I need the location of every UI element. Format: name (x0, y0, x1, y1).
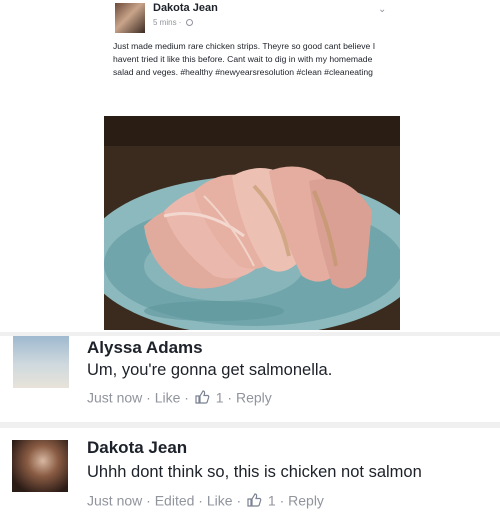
thumbs-up-icon (247, 493, 262, 507)
like-link[interactable]: Like (207, 492, 233, 508)
meta-separator: · (146, 492, 151, 509)
meta-separator: · (227, 389, 233, 406)
thumbs-up-icon (195, 390, 210, 404)
post-photo[interactable] (104, 116, 400, 330)
meta-separator: · (279, 492, 285, 509)
comment-author-name[interactable]: Dakota Jean (87, 438, 187, 458)
meta-separator: · (236, 492, 242, 509)
chicken-plate-image (104, 116, 400, 330)
commenter-avatar[interactable] (12, 440, 68, 492)
post-author-avatar[interactable] (115, 3, 145, 33)
globe-icon (185, 19, 193, 27)
comment-author-name[interactable]: Alyssa Adams (87, 338, 203, 358)
chevron-down-icon[interactable]: ⌄ (378, 4, 386, 15)
meta-separator: · (198, 492, 203, 509)
comment-meta: Just now · Edited · Like · 1 · Reply (87, 491, 324, 508)
comment-text: Um, you're gonna get salmonella. (87, 361, 333, 379)
like-count[interactable]: 1 (216, 389, 224, 405)
post-timestamp[interactable]: 5 mins · (153, 18, 193, 27)
like-link[interactable]: Like (155, 389, 181, 405)
comment-time[interactable]: Just now (87, 492, 142, 508)
edited-label[interactable]: Edited (155, 492, 195, 508)
comment: Alyssa Adams Um, you're gonna get salmon… (0, 336, 500, 422)
comment-time[interactable]: Just now (87, 389, 142, 405)
comment-meta: Just now · Like · 1 · Reply (87, 388, 272, 405)
comment-text: Uhhh dont think so, this is chicken not … (87, 463, 422, 481)
commenter-avatar[interactable] (13, 336, 69, 388)
meta-separator: · (146, 389, 151, 406)
post-card: Dakota Jean 5 mins · ⌄ Just made medium … (0, 0, 500, 332)
post-text: Just made medium rare chicken strips. Th… (113, 41, 376, 77)
meta-separator: · (184, 389, 189, 406)
like-count[interactable]: 1 (268, 492, 276, 508)
comment: Dakota Jean Uhhh dont think so, this is … (0, 428, 500, 522)
reply-link[interactable]: Reply (288, 492, 324, 508)
reply-link[interactable]: Reply (236, 389, 272, 405)
post-time-text[interactable]: 5 mins (153, 18, 177, 27)
post-time-separator: · (178, 18, 184, 27)
post-author-name[interactable]: Dakota Jean (153, 2, 218, 14)
